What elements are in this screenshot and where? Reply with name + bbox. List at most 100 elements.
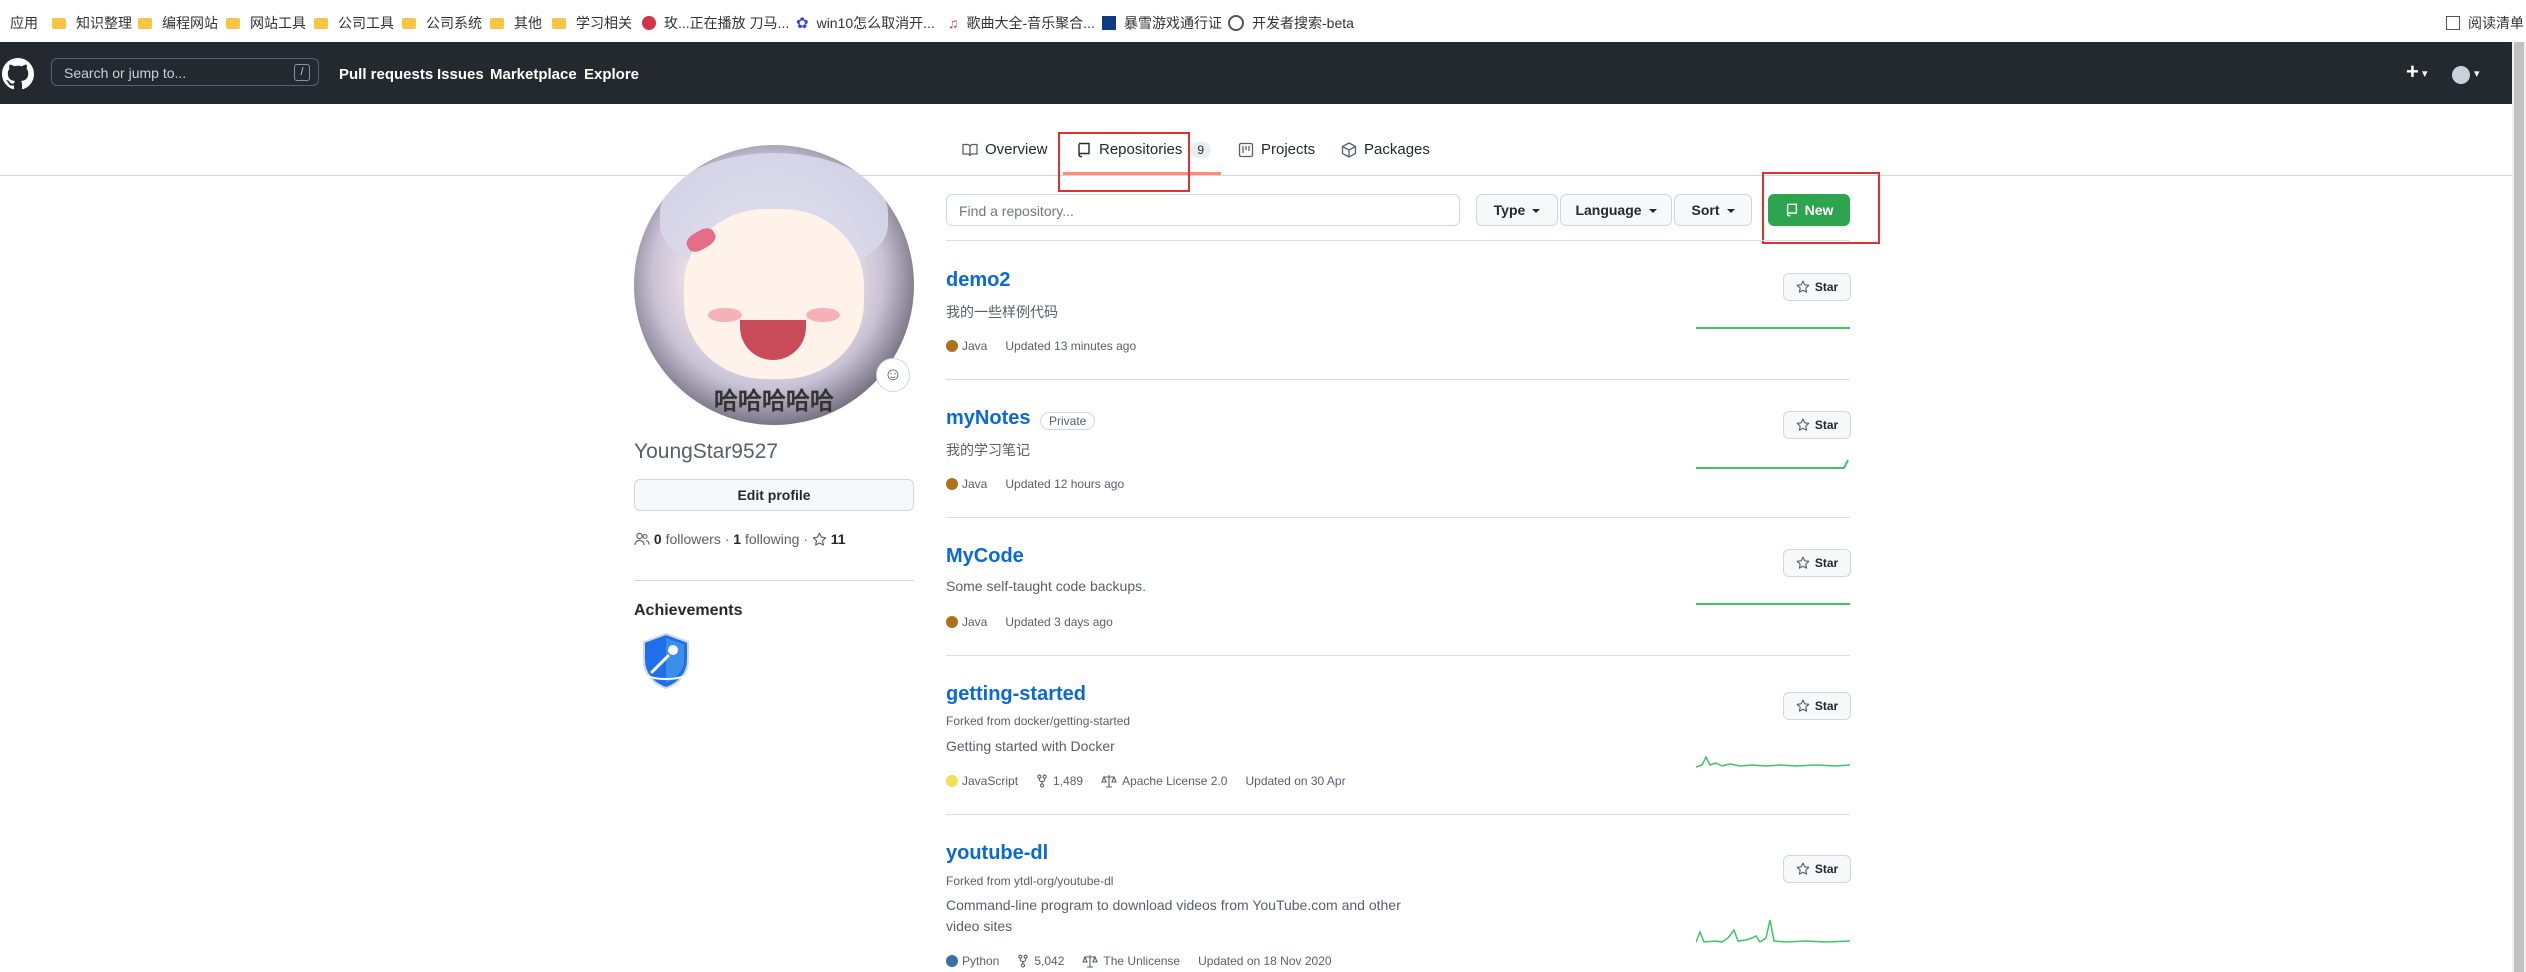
sort-dropdown[interactable]: Sort <box>1674 194 1752 226</box>
edit-profile-button[interactable]: Edit profile <box>634 479 914 511</box>
repo-name-link[interactable]: getting-started <box>946 683 1086 706</box>
repo-description: Some self-taught code backups. <box>946 578 1147 594</box>
star-icon <box>1796 862 1810 875</box>
find-repository-input[interactable]: Find a repository... <box>946 194 1460 226</box>
profile-avatar[interactable]: 哈哈哈哈哈 <box>634 145 914 425</box>
bookmark-dev-search[interactable]: 开发者搜索-beta <box>1228 13 1354 33</box>
bookmark-folder[interactable]: 公司工具 <box>314 13 394 33</box>
achievement-badge-icon[interactable] <box>640 632 692 690</box>
activity-sparkline <box>1696 919 1850 944</box>
star-icon <box>1796 699 1810 712</box>
repo-name-link[interactable]: youtube-dl <box>946 842 1048 865</box>
bookmark-folder[interactable]: 编程网站 <box>138 13 218 33</box>
tab-projects[interactable]: Projects <box>1238 141 1315 158</box>
type-filter-dropdown[interactable]: Type <box>1476 194 1558 226</box>
people-icon <box>634 532 650 546</box>
repo-name-link[interactable]: myNotes <box>946 407 1030 430</box>
folder-icon <box>52 17 66 29</box>
repo-name-link[interactable]: demo2 <box>946 269 1010 292</box>
star-button[interactable]: Star <box>1783 855 1851 883</box>
nav-issues[interactable]: Issues <box>437 66 484 83</box>
bookmarks-bar: 应用 知识整理 编程网站 网站工具 公司工具 公司系统 其他 学习相关 玫...… <box>0 0 2526 43</box>
law-icon <box>1082 955 1099 968</box>
repo-meta: JavaScript 1,489 Apache License 2.0 Upda… <box>946 774 1346 788</box>
star-button[interactable]: Star <box>1783 692 1851 720</box>
user-avatar-icon[interactable] <box>2452 66 2470 84</box>
bookmark-baidu[interactable]: ✿ win10怎么取消开... <box>796 13 935 33</box>
repo-updated: Updated 3 days ago <box>1005 615 1113 629</box>
bookmark-music[interactable]: 玫...正在播放 刀马... <box>642 13 789 33</box>
repo-divider <box>946 379 1850 380</box>
bookmark-folder[interactable]: 公司系统 <box>402 13 482 33</box>
bookmark-folder[interactable]: 知识整理 <box>52 13 132 33</box>
repo-language: JavaScript <box>962 774 1019 788</box>
bookmark-apps[interactable]: 应用 <box>10 13 38 33</box>
find-repository-placeholder: Find a repository... <box>959 203 1074 219</box>
stars-count[interactable]: 11 <box>831 531 846 547</box>
bookmark-folder[interactable]: 其他 <box>490 13 542 33</box>
repo-meta: Java Updated 12 hours ago <box>946 477 1124 491</box>
star-button[interactable]: Star <box>1783 273 1851 301</box>
star-icon <box>1796 556 1810 569</box>
bookmark-folder[interactable]: 网站工具 <box>226 13 306 33</box>
repo-divider <box>946 517 1850 518</box>
folder-icon <box>226 17 240 29</box>
github-logo-icon[interactable] <box>2 58 34 90</box>
caret-down-icon <box>1532 209 1541 214</box>
folder-icon <box>552 17 566 29</box>
caret-down-icon <box>1726 209 1735 214</box>
forked-from-text[interactable]: Forked from ytdl-org/youtube-dl <box>946 874 1113 888</box>
music-icon <box>642 16 656 30</box>
forked-from-text[interactable]: Forked from docker/getting-started <box>946 714 1130 728</box>
folder-icon <box>138 17 152 29</box>
followers-count[interactable]: 0 <box>654 531 662 547</box>
folder-icon <box>314 17 328 29</box>
repo-updated: Updated on 18 Nov 2020 <box>1198 954 1332 968</box>
repo-language: Java <box>962 339 988 353</box>
star-button[interactable]: Star <box>1783 411 1851 439</box>
search-input[interactable]: Search or jump to... / <box>51 58 319 86</box>
repo-divider <box>946 655 1850 656</box>
bookmark-blizzard[interactable]: 暴雪游戏通行证 <box>1102 13 1222 33</box>
set-status-smiley-icon[interactable]: ☺ <box>876 358 910 392</box>
following-count[interactable]: 1 <box>733 531 741 547</box>
folder-icon <box>490 17 504 29</box>
star-button[interactable]: Star <box>1783 549 1851 577</box>
repo-forks[interactable]: 1,489 <box>1053 774 1083 788</box>
tab-overview[interactable]: Overview <box>962 141 1048 158</box>
nav-explore[interactable]: Explore <box>584 66 639 83</box>
following-label[interactable]: following <box>745 531 799 547</box>
followers-label[interactable]: followers <box>666 531 721 547</box>
javascript-language-color-icon <box>946 775 958 787</box>
book-icon <box>962 143 978 156</box>
repo-description: 我的一些样例代码 <box>946 304 1058 320</box>
scrollbar-thumb[interactable] <box>2514 42 2524 972</box>
repo-language: Python <box>962 954 1000 968</box>
repo-name-link[interactable]: MyCode <box>946 545 1024 568</box>
repo-meta: Python 5,042 The Unlicense Updated on 18… <box>946 954 1332 968</box>
nav-pull-requests[interactable]: Pull requests <box>339 66 433 83</box>
nav-marketplace[interactable]: Marketplace <box>490 66 577 83</box>
bookmark-music-site[interactable]: ♫ 歌曲大全-音乐聚合... <box>948 13 1095 33</box>
repo-forks[interactable]: 5,042 <box>1034 954 1064 968</box>
activity-sparkline <box>1696 755 1850 768</box>
bookmark-reading-list[interactable]: 阅读清单 <box>2446 13 2524 33</box>
repo-meta: Java Updated 13 minutes ago <box>946 339 1136 353</box>
repo-meta: Java Updated 3 days ago <box>946 615 1113 629</box>
repo-divider <box>946 814 1850 815</box>
repo-description: Getting started with Docker <box>946 738 1115 754</box>
bookmark-folder[interactable]: 学习相关 <box>552 13 632 33</box>
highlight-box-repositories <box>1058 132 1190 192</box>
repo-description: video sites <box>946 918 1013 934</box>
repo-description: 我的学习笔记 <box>946 442 1030 458</box>
star-icon <box>812 532 827 546</box>
folder-icon <box>402 17 416 29</box>
tab-packages[interactable]: Packages <box>1341 141 1430 158</box>
tabs-underline <box>0 175 2512 176</box>
language-filter-dropdown[interactable]: Language <box>1560 194 1672 226</box>
music-note-icon: ♫ <box>948 15 959 31</box>
profile-username: YoungStar9527 <box>634 440 779 463</box>
repo-license: Apache License 2.0 <box>1122 774 1228 788</box>
create-new-plus-icon[interactable]: + <box>2406 59 2419 85</box>
repo-description: Command-line program to download videos … <box>946 897 1401 913</box>
